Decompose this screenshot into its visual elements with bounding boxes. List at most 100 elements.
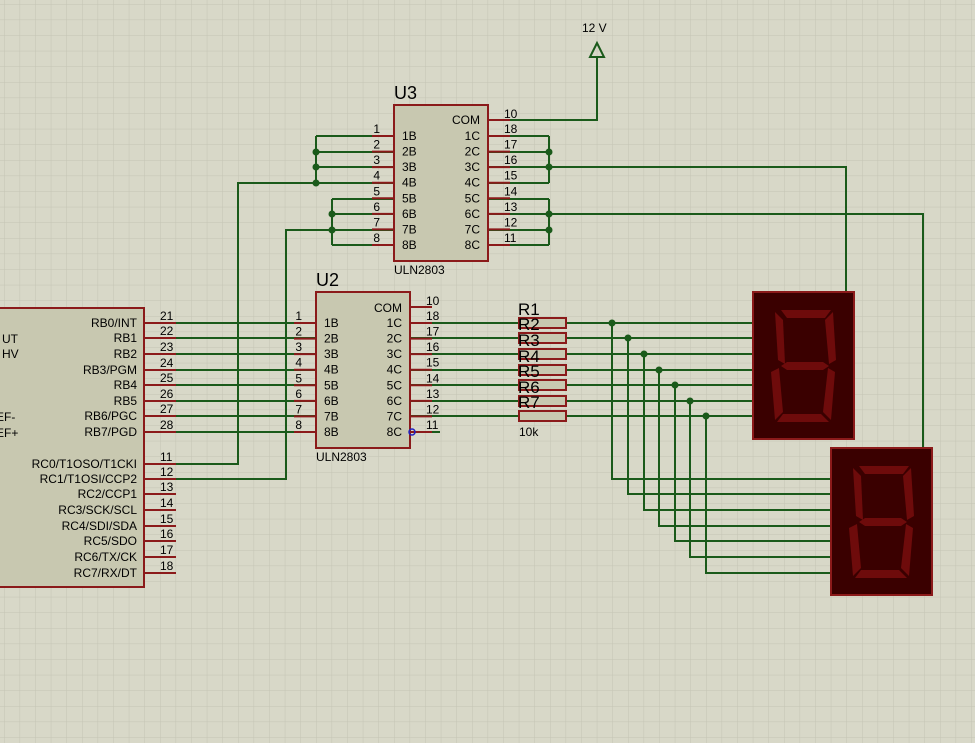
u3-pins-pin-num: 15 [504, 169, 518, 183]
mcu-pin-num: 25 [160, 371, 174, 385]
resistor-network[interactable]: R1R2R3R4R5R6R7 10k [518, 300, 567, 439]
u2-pins-pin-num: 17 [426, 325, 440, 339]
u3-pins-pin-name: 4B [402, 176, 417, 190]
u3-pins-pin-num: 18 [504, 122, 518, 136]
u3-pins-pin-name: 1B [402, 129, 417, 143]
u3-pins-pin-num: 11 [504, 231, 517, 245]
mcu-pin-name: RB1 [114, 331, 138, 345]
u2-pins-pin-name: 6C [387, 394, 403, 408]
display1-segs-segment [781, 310, 831, 318]
u2-pins-pin-name: 8C [387, 425, 403, 439]
mcu-pin-name: RC0/T1OSO/T1CKI [32, 457, 137, 471]
u3-pins-pin-num: 14 [504, 184, 518, 198]
mcu-pin-name: RB0/INT [91, 316, 138, 330]
mcu-pin-num: 28 [160, 418, 174, 432]
u2-pins-pin-num: 2 [295, 325, 302, 339]
u2-pins-pin-name: 3C [387, 347, 403, 361]
u2-pins-pin-num: 3 [295, 340, 302, 354]
u3-pins-pin-name: 8C [465, 238, 481, 252]
u3-pins-pin-name: 6C [465, 207, 481, 221]
u3-pins-pin-num: 3 [373, 153, 380, 167]
mcu-pin-num: 16 [160, 527, 174, 541]
u2-pins-pin-name: 8B [324, 425, 339, 439]
seven-segment-display-2[interactable] [830, 447, 933, 596]
resistor-body [518, 410, 567, 422]
u2-pins-pin-name: 3B [324, 347, 339, 361]
mcu-pin-num: 11 [160, 450, 173, 464]
mcu-pin-name: RC5/SDO [84, 534, 137, 548]
display1-segs-segment [781, 362, 829, 370]
u3-pins-pin-name: 2B [402, 145, 417, 159]
mcu-pin-name: RB3/PGM [83, 363, 137, 377]
u3-pins-pin-num: 8 [373, 231, 380, 245]
u2-pins-pin-name: 4C [387, 363, 403, 377]
mcu-pin-num: 23 [160, 340, 174, 354]
mcu-left-label-2: HV [2, 347, 19, 361]
u3-pins-pin-name: 2C [465, 145, 481, 159]
chip-u3-ref: U3 [394, 83, 417, 103]
u2-pins-pin-num: 14 [426, 371, 440, 385]
u2-pins-pin-name: 5C [387, 378, 403, 392]
mcu-left-label-4: EF+ [0, 426, 18, 440]
u3-pins-pin-num: 6 [373, 200, 380, 214]
u3-pins-pin-num: 17 [504, 138, 518, 152]
mcu-pin-name: RB6/PGC [84, 409, 137, 423]
u3-pins-pin-num: 5 [373, 184, 380, 198]
u3-pins-pin-name: 5C [465, 191, 481, 205]
u2-pins-pin-name: 7B [324, 409, 339, 423]
u2-pins-pin-num: 11 [426, 418, 439, 432]
u3-pins-pin-name: 6B [402, 207, 417, 221]
u2-pins-pin-num: 16 [426, 340, 440, 354]
chip-u2-com-pin: 10 [426, 294, 440, 308]
u2-pins-pin-name: 5B [324, 378, 339, 392]
u3-pins-pin-num: 12 [504, 215, 518, 229]
mcu-pin-name: RC4/SDI/SDA [62, 519, 137, 533]
u2-pins-pin-name: 7C [387, 409, 403, 423]
seven-segment-display-1[interactable] [752, 291, 855, 440]
u2-pins-pin-name: 1B [324, 316, 339, 330]
display1-segs-segment [777, 414, 829, 422]
u3-pins-pin-name: 5B [402, 191, 417, 205]
mcu-pin-name: RB7/PGD [84, 425, 137, 439]
mcu-left-label-3: EF- [0, 410, 15, 424]
u2-pins-pin-name: 2C [387, 332, 403, 346]
u3-pins-pin-num: 13 [504, 200, 518, 214]
resistor-ref: R7 [518, 393, 540, 412]
mcu-pin-num: 12 [160, 465, 174, 479]
mcu-pin-name: RC2/CCP1 [78, 487, 138, 501]
u2-pins-pin-num: 5 [295, 371, 302, 385]
u2-pins-pin-num: 4 [295, 356, 302, 370]
u2-pins-pin-num: 6 [295, 387, 302, 401]
chip-u3-com-label: COM [452, 113, 480, 127]
u3-pins-pin-num: 4 [373, 169, 380, 183]
mcu-pin-num: 22 [160, 324, 174, 338]
chip-u3-part: ULN2803 [394, 263, 445, 277]
u2-pins-pin-name: 1C [387, 316, 403, 330]
mcu-pin-name: RC3/SCK/SCL [58, 503, 137, 517]
mcu-pin-num: 14 [160, 496, 174, 510]
power-label: 12 V [582, 21, 607, 35]
mcu-pin-name: RC6/TX/CK [74, 550, 137, 564]
u3-pins-pin-num: 2 [373, 138, 380, 152]
chip-u3-com-pin: 10 [504, 107, 518, 121]
mcu-pin-name: RB5 [114, 394, 138, 408]
mcu-pin-num: 18 [160, 559, 174, 573]
mcu-pin-name: RB2 [114, 347, 138, 361]
display2-segs-segment [859, 466, 909, 474]
u3-pins-pin-name: 8B [402, 238, 417, 252]
u3-pins-pin-name: 1C [465, 129, 481, 143]
mcu-pin-num: 17 [160, 543, 174, 557]
u3-pins-pin-num: 1 [373, 122, 380, 136]
u2-pins-pin-num: 7 [295, 402, 302, 416]
schematic-canvas: 12 V U3 ULN2803 COM 10 1 1B2 2B3 3B4 4B5… [0, 0, 975, 743]
mcu-pin-name: RC7/RX/DT [74, 566, 138, 580]
u2-pins-pin-name: 6B [324, 394, 339, 408]
display2-segs-segment [855, 570, 907, 578]
u3-pins-pin-name: 7C [465, 222, 481, 236]
u3-pins-pin-name: 3C [465, 160, 481, 174]
display2-segs-segment [859, 518, 907, 526]
chip-u2-part: ULN2803 [316, 450, 367, 464]
mcu-pin-num: 13 [160, 480, 174, 494]
u2-pins-pin-num: 18 [426, 309, 440, 323]
mcu-pin-num: 26 [160, 387, 174, 401]
